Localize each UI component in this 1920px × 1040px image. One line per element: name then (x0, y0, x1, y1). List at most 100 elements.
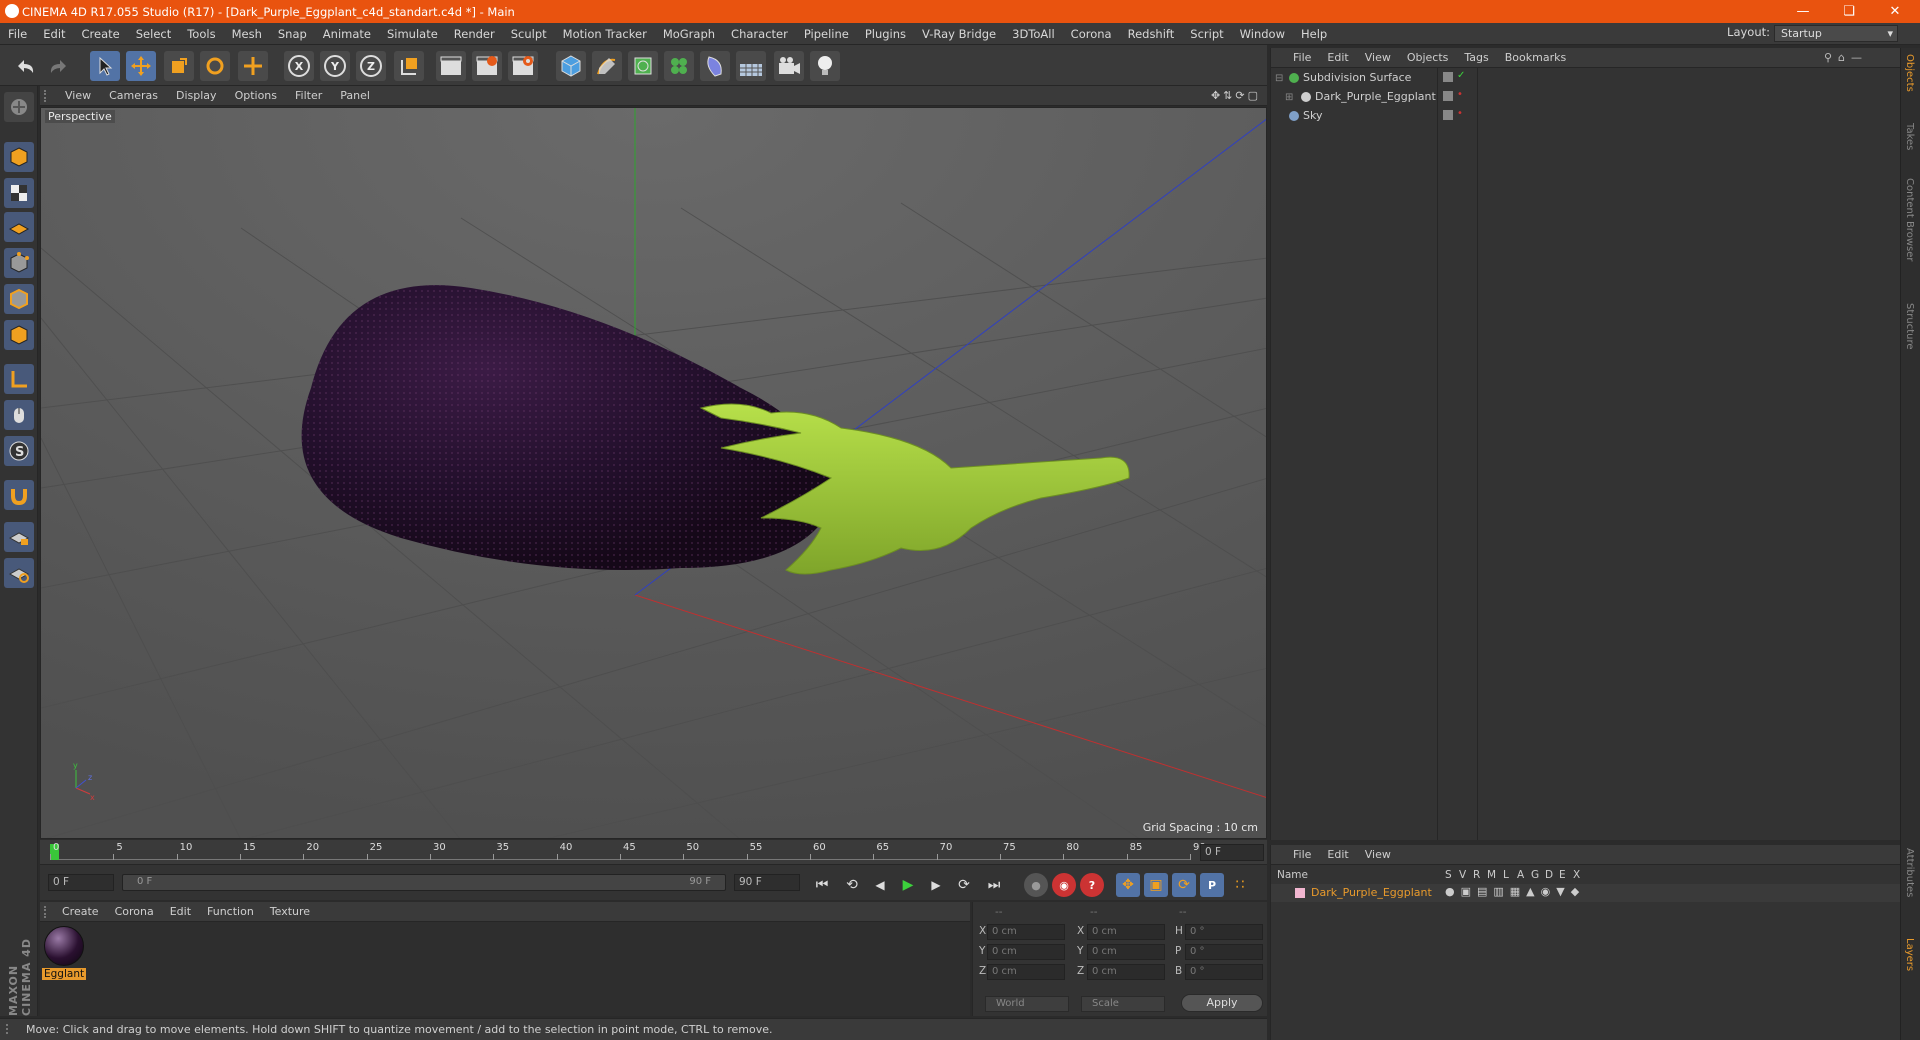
workplane-mode-button[interactable] (4, 212, 34, 242)
layer-col-x[interactable]: X (1573, 869, 1580, 881)
right-tab-objects[interactable]: Objects (1904, 54, 1915, 92)
material-menu-edit[interactable]: Edit (162, 905, 199, 918)
texture-mode-button[interactable] (4, 178, 34, 208)
menu-3dtoall[interactable]: 3DToAll (1004, 27, 1063, 41)
coord-field-h[interactable]: 0 ° (1185, 924, 1263, 940)
axis-x-button[interactable]: X (284, 51, 314, 81)
layer-col-v[interactable]: V (1459, 869, 1466, 881)
coord-field-y[interactable]: 0 cm (987, 944, 1065, 960)
prev-key-button[interactable]: ⟲ (840, 873, 864, 897)
make-editable-button[interactable] (4, 92, 34, 122)
layer-col-l[interactable]: L (1503, 869, 1509, 881)
minimize-button[interactable]: — (1780, 0, 1826, 23)
object-row[interactable]: ⊟ Subdivision Surface ✓ (1271, 69, 1901, 88)
object-menu-edit[interactable]: Edit (1319, 51, 1356, 64)
layer-menu-view[interactable]: View (1357, 848, 1399, 861)
object-name[interactable]: Dark_Purple_Eggplant (1315, 90, 1436, 103)
layout-select[interactable]: Startup ▾ (1774, 25, 1898, 42)
object-name[interactable]: Sky (1303, 109, 1322, 122)
cube-button[interactable] (556, 51, 586, 81)
menu-plugins[interactable]: Plugins (857, 27, 914, 41)
coord-field-x[interactable]: 0 cm (1087, 924, 1165, 940)
end-frame-field[interactable]: 90 F (734, 874, 800, 891)
layer-name[interactable]: Dark_Purple_Eggplant (1311, 886, 1432, 899)
menu-mesh[interactable]: Mesh (224, 27, 270, 41)
visibility-dots-icon[interactable] (1443, 91, 1453, 101)
material-menu-function[interactable]: Function (199, 905, 262, 918)
visibility-dots-icon[interactable] (1443, 72, 1453, 82)
layer-col-name[interactable]: Name (1277, 869, 1308, 881)
right-tab-content-browser[interactable]: Content Browser (1904, 178, 1915, 261)
menu-edit[interactable]: Edit (35, 27, 73, 41)
object-name[interactable]: Subdivision Surface (1303, 71, 1411, 84)
layer-col-r[interactable]: R (1473, 869, 1480, 881)
menu-render[interactable]: Render (446, 27, 503, 41)
coord-field-p[interactable]: 0 ° (1185, 944, 1263, 960)
layer-menu-edit[interactable]: Edit (1319, 848, 1356, 861)
menu-window[interactable]: Window (1232, 27, 1293, 41)
render-settings-button[interactable] (508, 51, 538, 81)
material-menu-create[interactable]: Create (54, 905, 107, 918)
viewport-menu-panel[interactable]: Panel (331, 89, 379, 102)
expand-icon[interactable]: ⊞ (1285, 92, 1293, 103)
scale-tool-button[interactable] (164, 51, 194, 81)
status-icon[interactable]: • (1457, 108, 1463, 119)
record-keys-button[interactable]: ● (1024, 873, 1048, 897)
coord-field-z[interactable]: 0 cm (1087, 964, 1165, 980)
layer-flag-icons[interactable]: ●▣▤▥▦▲◉▼◆ (1445, 885, 1585, 898)
step-forward-button[interactable]: ▶ (924, 873, 948, 897)
3d-viewport[interactable]: y x z Perspective Grid Spacing : 10 cm (40, 107, 1267, 839)
menu-character[interactable]: Character (723, 27, 796, 41)
menu-select[interactable]: Select (128, 27, 179, 41)
menu-animate[interactable]: Animate (315, 27, 379, 41)
coord-field-z[interactable]: 0 cm (987, 964, 1065, 980)
menu-corona[interactable]: Corona (1063, 27, 1120, 41)
menu-redshift[interactable]: Redshift (1120, 27, 1183, 41)
expand-icon[interactable]: ⊟ (1275, 73, 1283, 84)
material-swatch[interactable] (44, 926, 84, 966)
current-frame-field[interactable]: 0 F (1200, 844, 1264, 861)
coord-field-y[interactable]: 0 cm (1087, 944, 1165, 960)
menu-v-ray-bridge[interactable]: V-Ray Bridge (914, 27, 1004, 41)
axis-mode-button[interactable] (4, 364, 34, 394)
render-view-button[interactable] (436, 51, 466, 81)
visibility-dots-icon[interactable] (1443, 110, 1453, 120)
grid-snap-button[interactable] (4, 558, 34, 588)
model-mode-button[interactable] (4, 142, 34, 172)
object-row[interactable]: ⊞ Dark_Purple_Eggplant • (1271, 88, 1901, 107)
right-tab-takes[interactable]: Takes (1904, 123, 1915, 150)
range-slider[interactable]: 0 F 90 F (122, 874, 726, 891)
menu-simulate[interactable]: Simulate (379, 27, 446, 41)
object-menu-tags[interactable]: Tags (1456, 51, 1496, 64)
snap-button[interactable]: S (4, 436, 34, 466)
menu-tools[interactable]: Tools (179, 27, 223, 41)
coord-field-x[interactable]: 0 cm (987, 924, 1065, 940)
viewport-nav-icons[interactable]: ✥⇅⟳▢ (1211, 89, 1261, 102)
scale-mode-select[interactable]: Scale (1081, 996, 1165, 1012)
object-menu-view[interactable]: View (1357, 51, 1399, 64)
layer-col-m[interactable]: M (1487, 869, 1496, 881)
key-position-button[interactable]: ✥ (1116, 873, 1140, 897)
viewport-menu-cameras[interactable]: Cameras (100, 89, 167, 102)
rotate-tool-button[interactable] (200, 51, 230, 81)
viewport-menu-options[interactable]: Options (226, 89, 286, 102)
menu-sculpt[interactable]: Sculpt (503, 27, 555, 41)
viewport-menu-display[interactable]: Display (167, 89, 226, 102)
object-menu-file[interactable]: File (1285, 51, 1319, 64)
apply-button[interactable]: Apply (1181, 994, 1263, 1012)
key-rotation-button[interactable]: ⟳ (1172, 873, 1196, 897)
menu-mograph[interactable]: MoGraph (655, 27, 723, 41)
redo-button[interactable] (44, 51, 74, 81)
menu-script[interactable]: Script (1182, 27, 1231, 41)
status-icon[interactable]: • (1457, 89, 1463, 100)
axis-y-button[interactable]: Y (320, 51, 350, 81)
layer-col-e[interactable]: E (1559, 869, 1566, 881)
coord-field-b[interactable]: 0 ° (1185, 964, 1263, 980)
workplane-lock-button[interactable] (4, 522, 34, 552)
cloner-button[interactable] (664, 51, 694, 81)
tweak-mode-button[interactable] (4, 400, 34, 430)
status-icon[interactable]: ✓ (1457, 70, 1465, 81)
key-scale-button[interactable]: ▣ (1144, 873, 1168, 897)
deformer-button[interactable] (700, 51, 730, 81)
menu-snap[interactable]: Snap (270, 27, 315, 41)
